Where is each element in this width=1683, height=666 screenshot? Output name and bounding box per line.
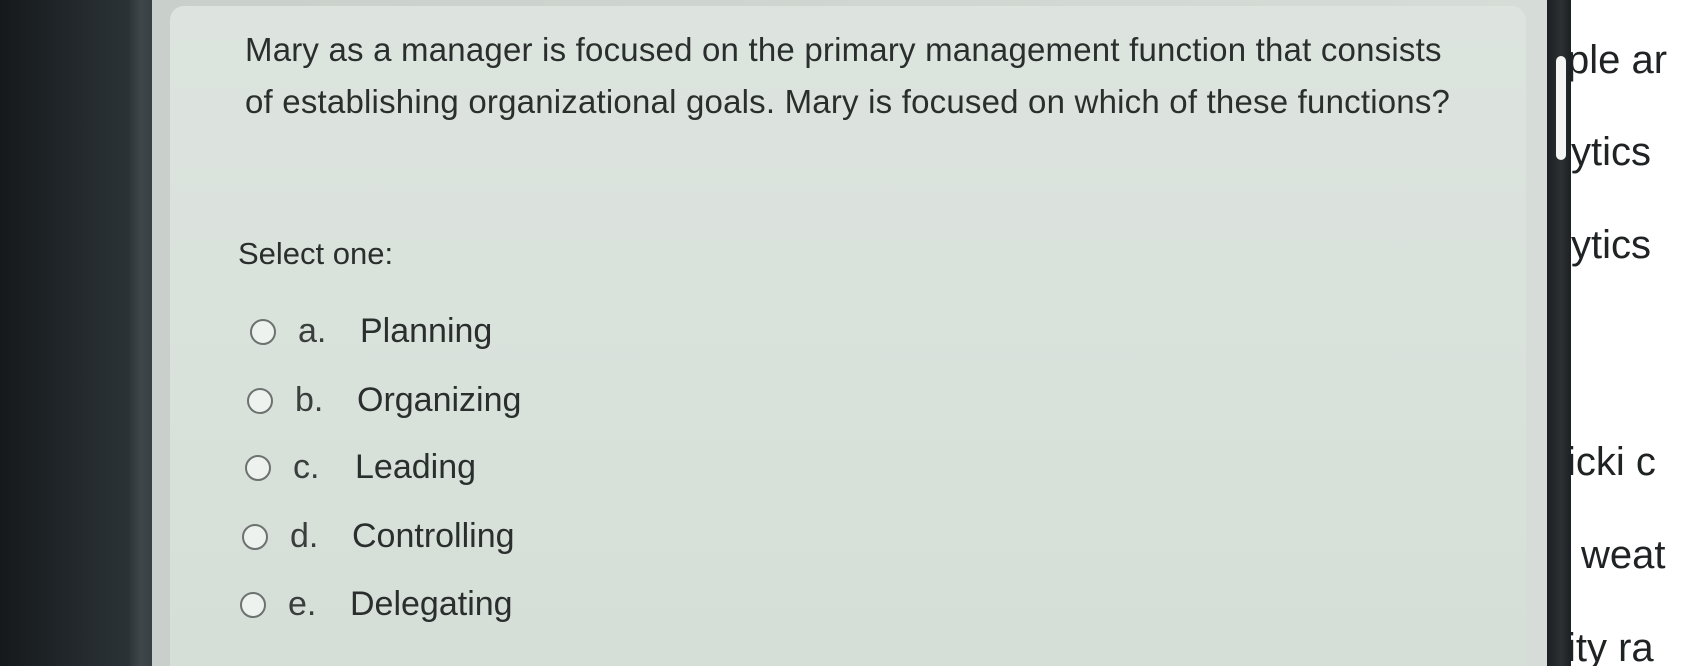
scrollbar-thumb[interactable] xyxy=(1556,56,1566,160)
side-panel: ple ar ytics ytics icki c weat ity ra xyxy=(1571,0,1683,666)
radio-button-icon[interactable] xyxy=(242,523,268,550)
side-panel-text: icki c xyxy=(1571,440,1656,484)
option-label: Organizing xyxy=(357,381,522,419)
option-letter: b. xyxy=(295,381,324,419)
option-label: Planning xyxy=(360,312,493,350)
option-a[interactable]: a. Planning xyxy=(250,312,492,351)
side-panel-text: ple ar xyxy=(1571,38,1668,82)
option-letter: c. xyxy=(293,448,320,486)
option-letter: a. xyxy=(298,312,327,350)
option-label: Leading xyxy=(355,448,477,486)
side-panel-text: ytics xyxy=(1571,223,1651,267)
option-c[interactable]: c. Leading xyxy=(245,448,476,487)
option-letter: d. xyxy=(290,517,319,555)
side-panel-text: ytics xyxy=(1571,130,1651,174)
radio-button-icon[interactable] xyxy=(250,318,276,345)
option-letter: e. xyxy=(288,585,317,623)
option-d[interactable]: d. Controlling xyxy=(242,517,515,556)
option-e[interactable]: e. Delegating xyxy=(240,585,513,624)
option-label: Controlling xyxy=(352,517,515,555)
question-text: Mary as a manager is focused on the prim… xyxy=(245,31,1451,120)
radio-button-icon[interactable] xyxy=(245,454,271,481)
option-b[interactable]: b. Organizing xyxy=(247,381,521,420)
select-one-prompt: Select one: xyxy=(238,236,394,271)
option-label: Delegating xyxy=(350,585,513,623)
side-panel-text: weat xyxy=(1581,533,1666,577)
bezel-highlight xyxy=(130,0,152,666)
radio-button-icon[interactable] xyxy=(240,591,266,618)
side-panel-text: ity ra xyxy=(1571,626,1654,666)
radio-button-icon[interactable] xyxy=(247,387,273,414)
